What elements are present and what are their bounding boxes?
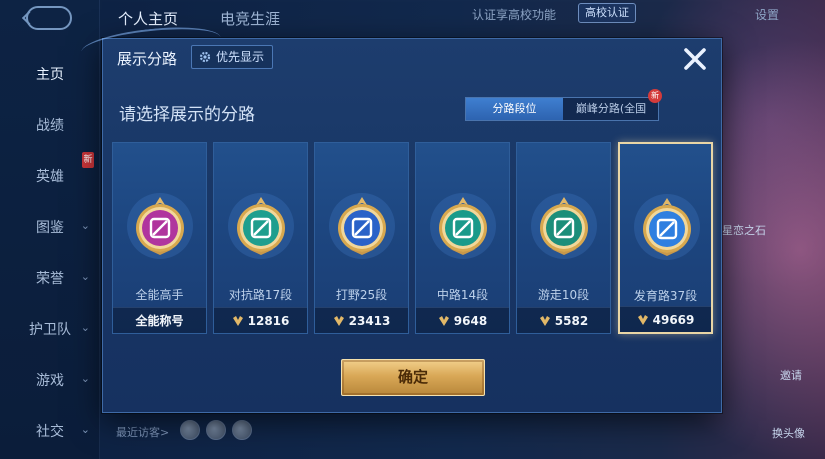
chevron-down-icon: ⌄ bbox=[80, 270, 90, 283]
lane-name: 全能高手 bbox=[135, 288, 184, 302]
lane-score: 9648 bbox=[416, 307, 509, 333]
back-button[interactable] bbox=[26, 6, 72, 30]
lane-score: 5582 bbox=[517, 307, 610, 333]
dialog-subtitle: 请选择展示的分路 bbox=[119, 105, 255, 125]
sidebar-item-label: 游戏 bbox=[36, 373, 64, 389]
gear-icon bbox=[199, 51, 211, 63]
lane-card[interactable]: 游走10段 5582 bbox=[516, 142, 611, 334]
priority-display-label: 优先显示 bbox=[216, 50, 265, 64]
lane-display-dialog: 展示分路 优先显示 请选择展示的分路 分路段位 巅峰分路(全国 新 全能高手全能… bbox=[102, 38, 722, 413]
lane-card[interactable]: 中路14段 9648 bbox=[415, 142, 510, 334]
sidebar-item-label: 图鉴 bbox=[36, 220, 64, 236]
new-badge: 新 bbox=[648, 89, 662, 103]
lane-name: 游走10段 bbox=[537, 288, 590, 302]
sidebar: 主页 战绩 英雄 新 图鉴 ⌄ 荣誉 ⌄ 护卫队 ⌄ 游戏 ⌄ 社交 ⌄ bbox=[0, 0, 100, 459]
lane-emblem-icon bbox=[329, 193, 395, 259]
lane-card[interactable]: 发育路37段 49669 bbox=[618, 142, 713, 334]
tab-esports[interactable]: 电竞生涯 bbox=[220, 8, 280, 29]
sidebar-item-record[interactable]: 战绩 bbox=[0, 115, 100, 135]
avatar[interactable] bbox=[232, 420, 252, 440]
lane-emblem-icon bbox=[430, 193, 496, 259]
score-gem-icon bbox=[637, 315, 648, 325]
sidebar-item-game[interactable]: 游戏 ⌄ bbox=[0, 370, 100, 390]
settings-link[interactable]: 设置 bbox=[755, 6, 779, 23]
invite-button[interactable]: 邀请 bbox=[780, 367, 802, 383]
score-gem-icon bbox=[232, 316, 243, 326]
confirm-button[interactable]: 确定 bbox=[341, 359, 485, 396]
chevron-down-icon: ⌄ bbox=[80, 372, 90, 385]
dialog-title: 展示分路 bbox=[117, 50, 178, 68]
lane-score-value: 5582 bbox=[554, 314, 589, 328]
tab-profile[interactable]: 个人主页 bbox=[118, 8, 178, 29]
chevron-down-icon: ⌄ bbox=[80, 321, 90, 334]
lane-score: 49669 bbox=[620, 306, 711, 332]
segment-lane-rank[interactable]: 分路段位 bbox=[466, 98, 563, 120]
campus-auth-button[interactable]: 高校认证 bbox=[578, 3, 636, 23]
top-bar: 个人主页 电竞生涯 认证享高校功能 高校认证 设置 bbox=[100, 0, 825, 34]
recent-visitors-label[interactable]: 最近访客> bbox=[116, 424, 169, 440]
lane-score-value: 全能称号 bbox=[135, 314, 184, 328]
lane-score: 23413 bbox=[315, 307, 408, 333]
sidebar-item-gallery[interactable]: 图鉴 ⌄ bbox=[0, 217, 100, 237]
priority-display-button[interactable]: 优先显示 bbox=[191, 45, 274, 69]
segment-peak-lane[interactable]: 巅峰分路(全国 bbox=[563, 98, 659, 120]
sidebar-item-label: 荣誉 bbox=[36, 271, 64, 287]
auth-text[interactable]: 认证享高校功能 bbox=[472, 6, 556, 23]
lane-emblem-icon bbox=[127, 193, 193, 259]
sidebar-item-heroes[interactable]: 英雄 新 bbox=[0, 152, 100, 186]
art-label: 星恋之石 bbox=[722, 224, 766, 237]
lane-card[interactable]: 打野25段 23413 bbox=[314, 142, 409, 334]
chevron-down-icon: ⌄ bbox=[80, 219, 90, 232]
lane-emblem-icon bbox=[531, 193, 597, 259]
lane-score-value: 49669 bbox=[652, 313, 695, 327]
lane-card[interactable]: 全能高手 全能称号 bbox=[112, 142, 207, 334]
sidebar-item-label: 主页 bbox=[36, 67, 64, 83]
lane-score-value: 9648 bbox=[453, 314, 488, 328]
lane-name: 发育路37段 bbox=[633, 289, 698, 303]
score-gem-icon bbox=[333, 316, 344, 326]
sidebar-item-honor[interactable]: 荣誉 ⌄ bbox=[0, 268, 100, 288]
segment-control: 分路段位 巅峰分路(全国 新 bbox=[465, 89, 662, 121]
sidebar-item-label: 护卫队 bbox=[29, 322, 71, 338]
sidebar-item-guard[interactable]: 护卫队 ⌄ bbox=[0, 319, 100, 339]
lane-emblem-icon bbox=[634, 194, 700, 260]
chevron-down-icon: ⌄ bbox=[80, 423, 90, 436]
lane-score-value: 12816 bbox=[247, 314, 290, 328]
score-gem-icon bbox=[539, 316, 550, 326]
sidebar-item-label: 社交 bbox=[36, 424, 64, 440]
lane-name: 对抗路17段 bbox=[228, 288, 293, 302]
change-avatar-button[interactable]: 换头像 bbox=[772, 425, 805, 441]
lane-score: 全能称号 bbox=[113, 307, 206, 333]
avatar[interactable] bbox=[206, 420, 226, 440]
new-badge: 新 bbox=[82, 152, 94, 168]
lane-score-value: 23413 bbox=[348, 314, 391, 328]
sidebar-item-social[interactable]: 社交 ⌄ bbox=[0, 421, 100, 441]
close-icon[interactable] bbox=[681, 45, 709, 73]
lane-card[interactable]: 对抗路17段 12816 bbox=[213, 142, 308, 334]
lane-score: 12816 bbox=[214, 307, 307, 333]
lane-name: 打野25段 bbox=[335, 288, 388, 302]
lane-emblem-icon bbox=[228, 193, 294, 259]
sidebar-item-label: 英雄 bbox=[36, 169, 64, 185]
avatar[interactable] bbox=[180, 420, 200, 440]
lane-name: 中路14段 bbox=[436, 288, 489, 302]
score-gem-icon bbox=[438, 316, 449, 326]
sidebar-item-label: 战绩 bbox=[36, 118, 64, 134]
